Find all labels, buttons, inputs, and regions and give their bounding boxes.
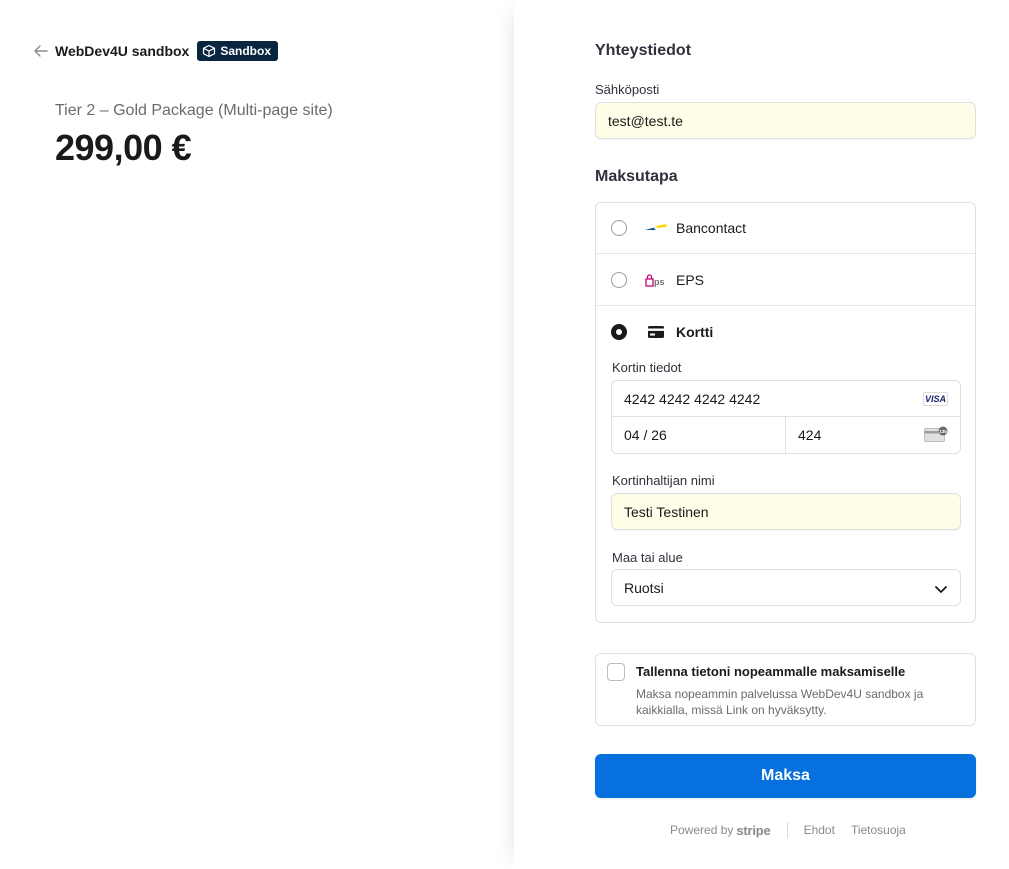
card-cvc-input[interactable]: 424 135 xyxy=(786,417,960,453)
contact-section-title: Yhteystiedot xyxy=(595,42,692,59)
save-info-description: Maksa nopeammin palvelussa WebDev4U sand… xyxy=(636,687,924,717)
svg-text:ps: ps xyxy=(654,277,665,287)
cvc-badge-text: 135 xyxy=(939,429,947,434)
card-number-value: 4242 4242 4242 4242 xyxy=(624,390,761,407)
box-icon xyxy=(202,44,216,58)
powered-by-label: Powered by xyxy=(670,823,734,837)
payment-method-list: Bancontact ps EPS Kortti Kortin tiedot 4… xyxy=(595,202,976,623)
checkout-form-pane: Yhteystiedot Sähköposti test@test.te Mak… xyxy=(514,0,1009,869)
eps-radio[interactable] xyxy=(611,272,627,288)
merchant-header: WebDev4U sandbox Sandbox xyxy=(33,40,279,62)
eps-label: EPS xyxy=(676,272,705,288)
cardholder-name-field[interactable]: Testi Testinen xyxy=(611,493,961,530)
card-radio[interactable] xyxy=(611,323,627,340)
payment-method-eps[interactable]: ps EPS xyxy=(596,255,975,306)
footer-divider xyxy=(786,822,788,838)
card-expiry-input[interactable]: 04 / 26 xyxy=(612,417,786,453)
country-value: Ruotsi xyxy=(624,579,664,596)
sandbox-badge-label: Sandbox xyxy=(220,44,272,58)
product-name: Tier 2 – Gold Package (Multi-page site) xyxy=(55,102,333,119)
product-price: 299,00 € xyxy=(55,127,192,168)
order-summary-pane: WebDev4U sandbox Sandbox Tier 2 – Gold P… xyxy=(0,0,514,869)
save-info-checkbox[interactable] xyxy=(607,663,625,681)
bancontact-icon xyxy=(644,220,668,236)
card-number-input[interactable]: 4242 4242 4242 4242 VISA xyxy=(612,381,960,417)
cvc-card-icon: 135 xyxy=(924,426,948,442)
bancontact-label: Bancontact xyxy=(676,220,747,236)
save-info-box: Tallenna tietoni nopeammalle maksamisell… xyxy=(595,653,976,726)
country-label: Maa tai alue xyxy=(612,550,683,565)
visa-icon: VISA xyxy=(923,392,948,406)
stripe-logo[interactable]: stripe xyxy=(736,823,770,838)
eps-icon: ps xyxy=(644,272,668,288)
card-cvc-value: 424 xyxy=(798,427,822,443)
merchant-name[interactable]: WebDev4U sandbox xyxy=(55,43,189,59)
pay-button[interactable]: Maksa xyxy=(595,754,976,798)
chevron-down-icon xyxy=(934,582,948,594)
payment-method-card[interactable]: Kortti xyxy=(596,306,975,357)
bancontact-radio[interactable] xyxy=(611,220,627,236)
payment-method-bancontact[interactable]: Bancontact xyxy=(596,203,975,254)
card-label: Kortti xyxy=(676,323,714,340)
footer: Powered by stripe Ehdot Tietosuoja xyxy=(670,822,906,838)
cardholder-label: Kortinhaltijan nimi xyxy=(612,473,715,488)
card-details-label: Kortin tiedot xyxy=(612,360,682,375)
card-icon xyxy=(644,324,668,340)
country-select[interactable]: Ruotsi xyxy=(611,569,961,606)
privacy-link[interactable]: Tietosuoja xyxy=(851,823,906,837)
email-label: Sähköposti xyxy=(595,82,660,97)
terms-link[interactable]: Ehdot xyxy=(804,823,835,837)
payment-section-title: Maksutapa xyxy=(595,168,678,185)
card-details-group: 4242 4242 4242 4242 VISA 04 / 26 424 135 xyxy=(611,380,961,454)
back-arrow-icon[interactable] xyxy=(33,43,49,59)
sandbox-badge: Sandbox xyxy=(197,41,279,61)
save-info-title: Tallenna tietoni nopeammalle maksamisell… xyxy=(636,664,906,679)
email-field[interactable]: test@test.te xyxy=(595,102,976,139)
